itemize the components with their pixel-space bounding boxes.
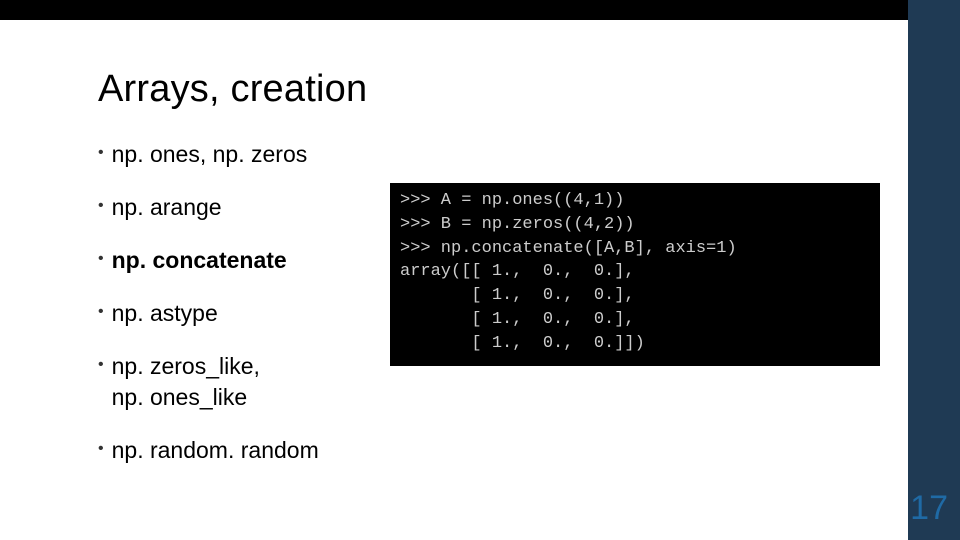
page-number: 17 <box>910 489 948 528</box>
bullet-item: • np. random. random <box>98 435 878 466</box>
bullet-text: np. random. random <box>112 435 319 466</box>
bullet-dot-icon: • <box>98 145 104 161</box>
bullet-dot-icon: • <box>98 251 104 267</box>
bullet-dot-icon: • <box>98 198 104 214</box>
bullet-item: • np. ones, np. zeros <box>98 139 878 170</box>
side-bar <box>908 0 960 540</box>
code-line: [ 1., 0., 0.], <box>400 286 635 305</box>
bullet-dot-icon: • <box>98 304 104 320</box>
top-bar <box>0 0 960 20</box>
code-line: >>> B = np.zeros((4,2)) <box>400 215 635 234</box>
code-line: [ 1., 0., 0.]]) <box>400 334 645 353</box>
slide-title: Arrays, creation <box>98 68 878 111</box>
bullet-text: np. concatenate <box>112 245 287 276</box>
bullet-text: np. astype <box>112 298 218 329</box>
code-line: >>> np.concatenate([A,B], axis=1) <box>400 239 737 258</box>
bullet-dot-icon: • <box>98 441 104 457</box>
code-line: [ 1., 0., 0.], <box>400 310 635 329</box>
code-line: >>> A = np.ones((4,1)) <box>400 191 624 210</box>
code-line: array([[ 1., 0., 0.], <box>400 262 635 281</box>
code-block: >>> A = np.ones((4,1)) >>> B = np.zeros(… <box>390 183 880 366</box>
bullet-dot-icon: • <box>98 357 104 373</box>
bullet-text: np. zeros_like,np. ones_like <box>112 351 260 413</box>
bullet-text: np. ones, np. zeros <box>112 139 308 170</box>
bullet-text: np. arange <box>112 192 222 223</box>
